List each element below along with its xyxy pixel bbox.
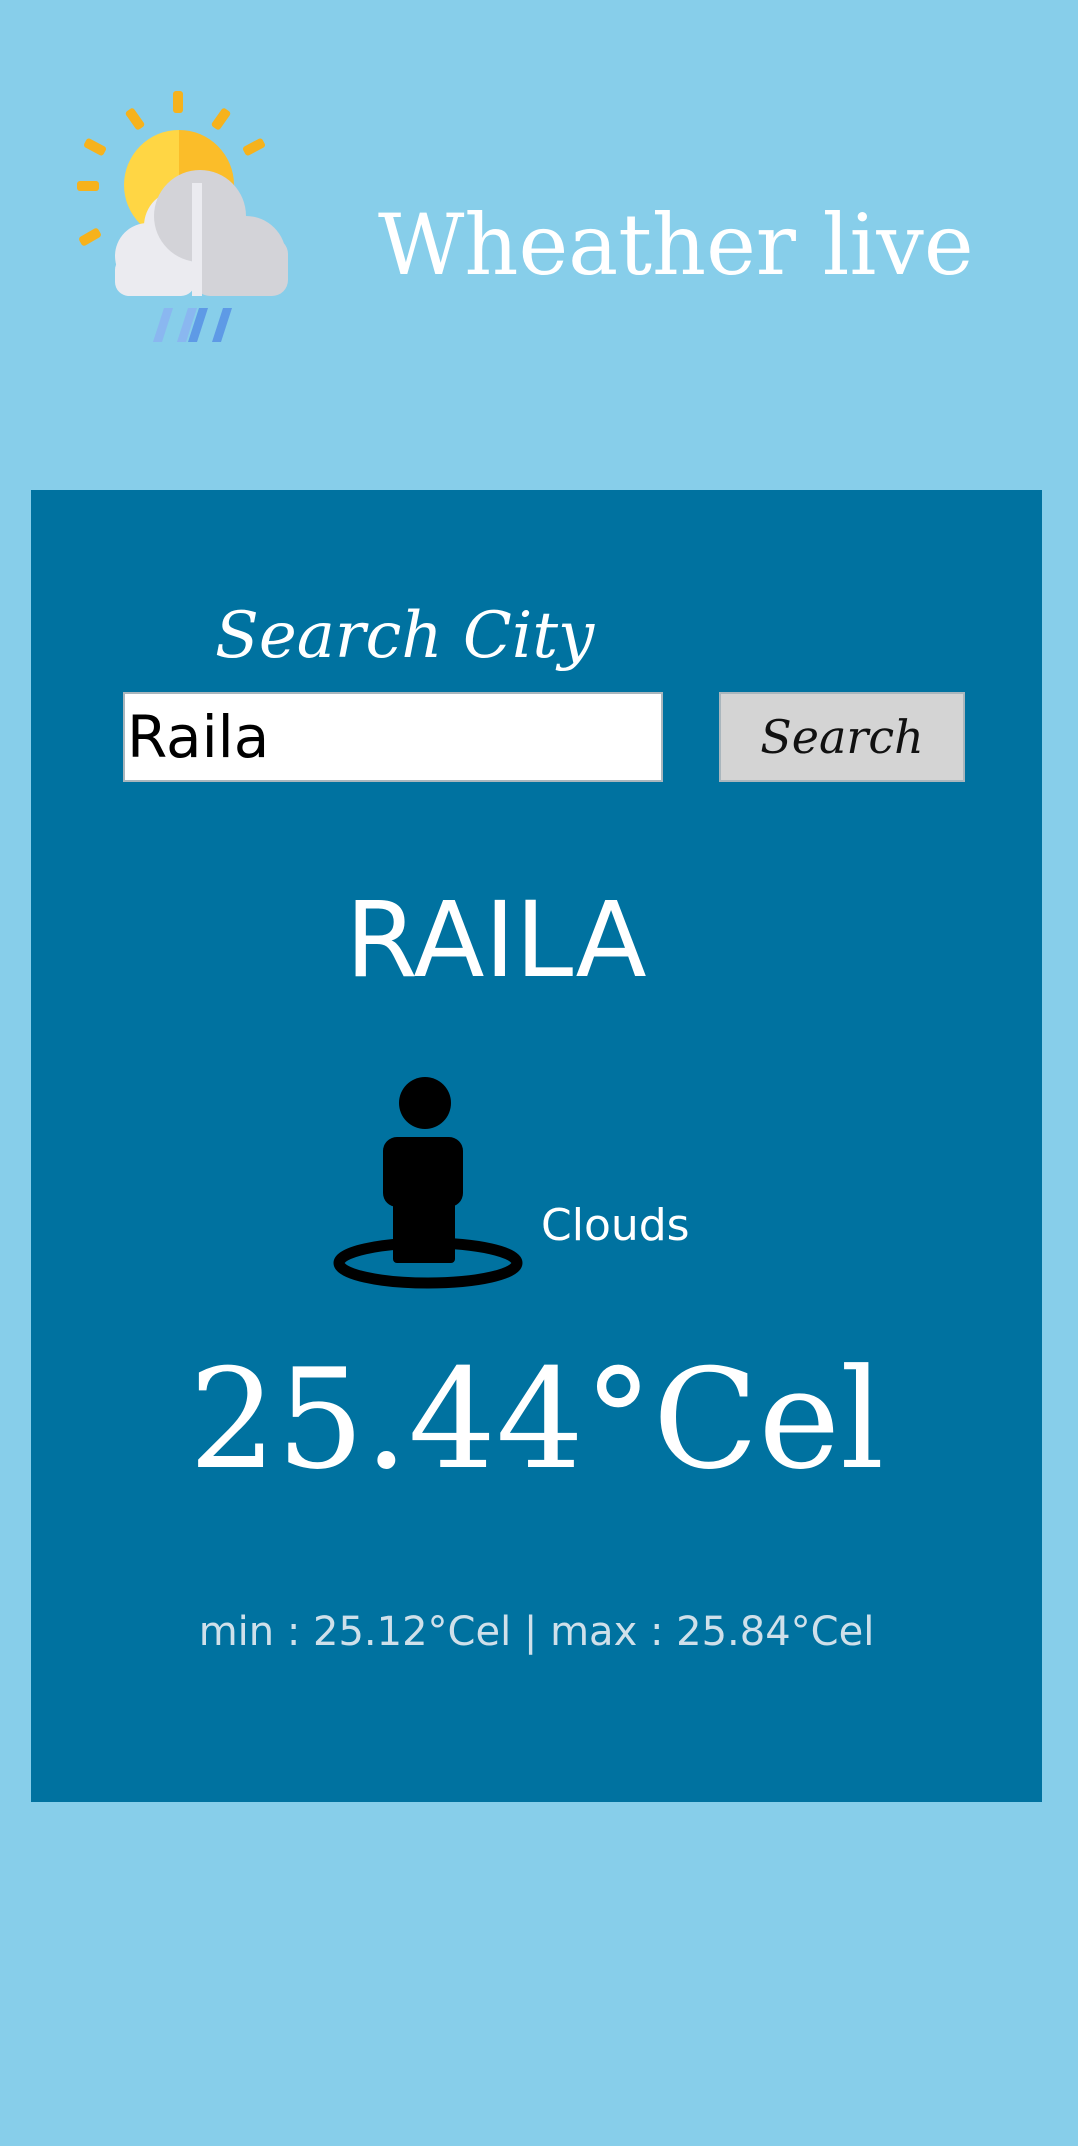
person-location-icon <box>333 1077 523 1289</box>
sun-cloud-rain-icon <box>77 91 288 342</box>
search-button[interactable]: Search <box>719 692 965 782</box>
weather-card: Search City Search RAILA Clouds 25.44°Ce… <box>31 490 1042 1802</box>
search-input[interactable] <box>123 692 663 782</box>
weather-description: Clouds <box>541 1200 690 1251</box>
app-title: Wheather live <box>378 196 974 294</box>
city-name: RAILA <box>345 879 647 1001</box>
temperature: 25.44°Cel <box>188 1339 885 1500</box>
search-city-label: Search City <box>215 599 595 673</box>
min-max-temperature: min : 25.12°Cel | max : 25.84°Cel <box>198 1609 875 1655</box>
